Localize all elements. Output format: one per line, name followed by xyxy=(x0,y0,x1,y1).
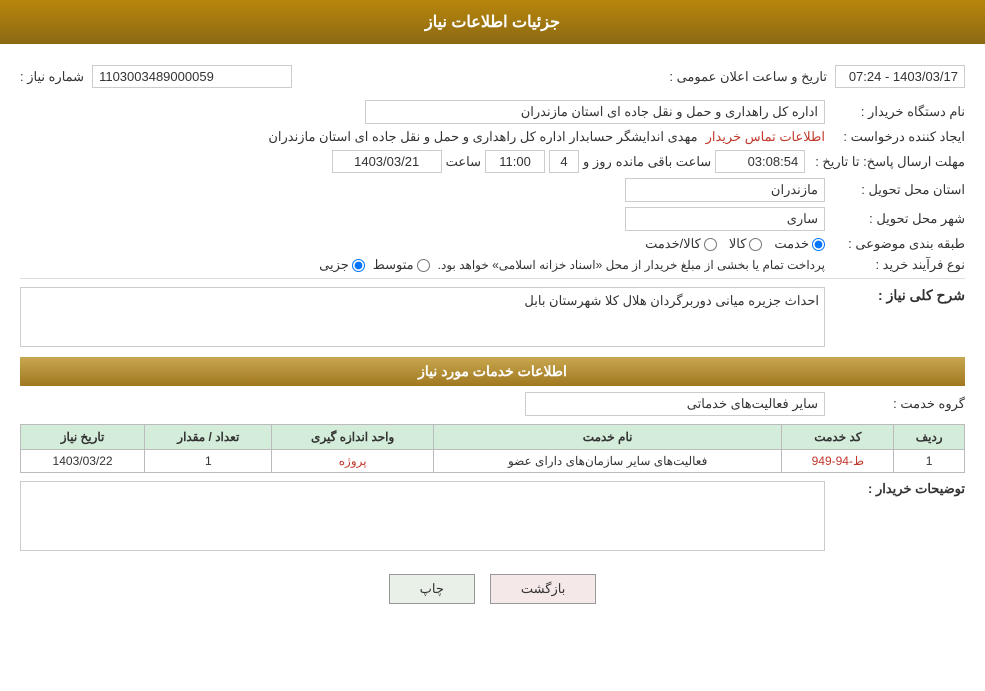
purchase-radio-small[interactable] xyxy=(352,259,365,272)
response-time-label: ساعت xyxy=(446,154,481,170)
announce-datetime-label: تاریخ و ساعت اعلان عمومی : xyxy=(669,69,827,85)
page-title: جزئیات اطلاعات نیاز xyxy=(425,14,560,31)
need-number-value: 1103003489000059 xyxy=(92,65,292,88)
purchase-notice: پرداخت تمام یا بخشی از مبلغ خریدار از مح… xyxy=(438,258,825,272)
purchase-type-label: نوع فرآیند خرید : xyxy=(825,257,965,273)
delivery-province-label: استان محل تحویل : xyxy=(825,182,965,198)
subject-label: طبقه بندی موضوعی : xyxy=(825,236,965,252)
subject-radio-service[interactable] xyxy=(812,238,825,251)
back-button[interactable]: بازگشت xyxy=(490,574,596,604)
col-name: نام خدمت xyxy=(433,425,781,450)
cell-name: فعالیت‌های سایر سازمان‌های دارای عضو xyxy=(433,450,781,473)
need-description-value: احداث جزیره میانی دوربرگردان هلال کلا شه… xyxy=(20,287,825,347)
cell-quantity: 1 xyxy=(145,450,272,473)
action-buttons: بازگشت چاپ xyxy=(20,574,965,624)
response-remaining-value: 03:08:54 xyxy=(715,150,805,173)
delivery-city-label: شهر محل تحویل : xyxy=(825,211,965,227)
buyer-org-label: نام دستگاه خریدار : xyxy=(825,104,965,120)
subject-radio-goods[interactable] xyxy=(749,238,762,251)
creator-label: ایجاد کننده درخواست : xyxy=(825,129,965,145)
service-code-link[interactable]: ط-94-949 xyxy=(812,454,864,468)
services-table: ردیف کد خدمت نام خدمت واحد اندازه گیری ت… xyxy=(20,424,965,473)
purchase-radio-medium[interactable] xyxy=(417,259,430,272)
creator-value: مهدی اندایشگر حسابدار اداره کل راهداری و… xyxy=(268,129,697,145)
purchase-type-small: جزیی xyxy=(319,257,365,273)
service-group-label: گروه خدمت : xyxy=(825,396,965,412)
creator-contact-link[interactable]: اطلاعات تماس خریدار xyxy=(706,129,825,145)
response-deadline-label: مهلت ارسال پاسخ: تا تاریخ : xyxy=(805,154,965,170)
need-description-label: شرح کلی نیاز : xyxy=(825,287,965,304)
announce-datetime-value: 1403/03/17 - 07:24 xyxy=(835,65,965,88)
col-quantity: تعداد / مقدار xyxy=(145,425,272,450)
print-button[interactable]: چاپ xyxy=(389,574,475,604)
response-days-value: 4 xyxy=(549,150,579,173)
cell-unit: پروژه xyxy=(272,450,433,473)
table-row: 1 ط-94-949 فعالیت‌های سایر سازمان‌های دا… xyxy=(21,450,965,473)
delivery-province-value: مازندران xyxy=(625,178,825,202)
buyer-notes-label: توضیحات خریدار : xyxy=(825,481,965,497)
subject-option-both: کالا/خدمت xyxy=(645,236,717,252)
response-time-value: 11:00 xyxy=(485,150,545,173)
cell-code: ط-94-949 xyxy=(782,450,894,473)
response-remaining-label: ساعت باقی مانده xyxy=(616,154,711,170)
service-group-value: سایر فعالیت‌های خدماتی xyxy=(525,392,825,416)
services-section-header: اطلاعات خدمات مورد نیاز xyxy=(20,357,965,386)
subject-option-service: خدمت xyxy=(774,236,825,252)
purchase-type-medium: متوسط xyxy=(373,257,430,273)
col-date: تاریخ نیاز xyxy=(21,425,145,450)
subject-option-goods: کالا xyxy=(729,236,763,252)
need-number-label: شماره نیاز : xyxy=(20,69,84,85)
response-date-value: 1403/03/21 xyxy=(332,150,442,173)
response-days-label: روز و xyxy=(583,154,612,170)
subject-radio-both[interactable] xyxy=(704,238,717,251)
col-row: ردیف xyxy=(894,425,965,450)
announce-datetime-group: 1403/03/17 - 07:24 تاریخ و ساعت اعلان عم… xyxy=(669,65,965,88)
unit-link[interactable]: پروژه xyxy=(339,454,367,468)
delivery-city-value: ساری xyxy=(625,207,825,231)
cell-row: 1 xyxy=(894,450,965,473)
page-header: جزئیات اطلاعات نیاز xyxy=(0,0,985,44)
col-unit: واحد اندازه گیری xyxy=(272,425,433,450)
cell-date: 1403/03/22 xyxy=(21,450,145,473)
buyer-notes-textarea[interactable] xyxy=(20,481,825,551)
buyer-org-value: اداره کل راهداری و حمل و نقل جاده ای است… xyxy=(365,100,825,124)
col-code: کد خدمت xyxy=(782,425,894,450)
need-number-group: 1103003489000059 شماره نیاز : xyxy=(20,65,292,88)
